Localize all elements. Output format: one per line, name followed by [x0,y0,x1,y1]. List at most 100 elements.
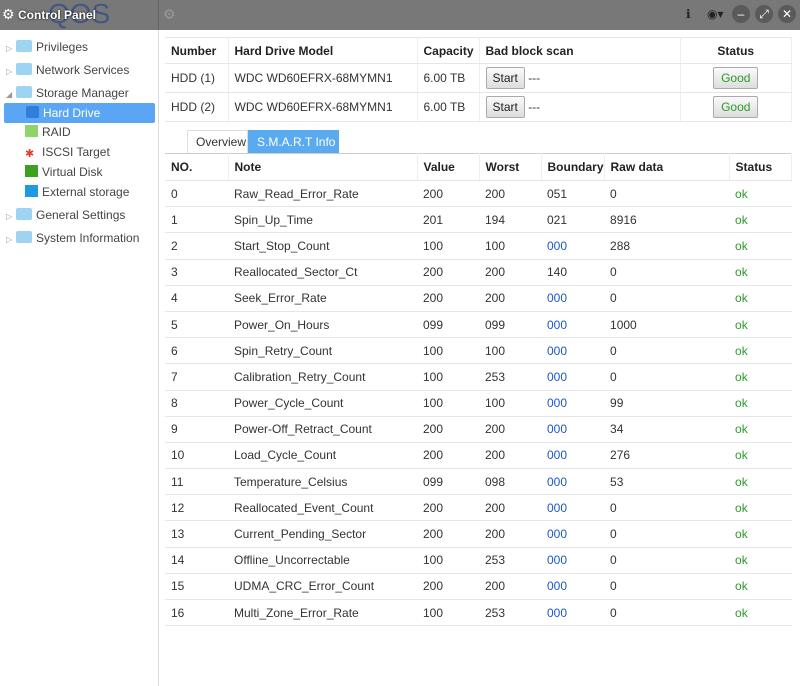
attr-value: 200 [417,494,479,522]
attr-worst: 200 [479,442,541,470]
attr-note: Reallocated_Sector_Ct [228,259,417,286]
external-storage-icon [25,185,38,197]
expand-icon[interactable]: ▷ [6,230,16,250]
sidebar-item-virtual-disk[interactable]: Virtual Disk [25,162,102,182]
sidebar-item-hard-drive[interactable]: Hard Drive [4,103,155,123]
settings-icon[interactable]: ⚙ [163,6,176,23]
column-header: Hard Drive Model [228,37,418,64]
scan-status: --- [528,100,541,114]
attr-status: ok [729,547,792,574]
table-header: Number Hard Drive Model Capacity Bad blo… [165,37,792,64]
table-row: 7 Calibration_Retry_Count 100 253 000 0 ok [165,363,792,391]
label: External storage [42,185,130,199]
attr-id: 5 [165,311,228,339]
attr-value: 100 [417,547,479,574]
minimize-icon[interactable]: – [732,5,750,23]
column-header: Worst [479,153,542,181]
table-row: HDD (2) WDC WD60EFRX-68MYMN1 6.00 TB Sta… [165,92,792,122]
expand-icon[interactable]: ▷ [6,207,16,227]
collapse-icon[interactable]: ◢ [6,85,16,105]
column-header: Status [680,37,792,64]
sidebar-item-raid[interactable]: RAID [25,122,71,142]
table-row: 8 Power_Cycle_Count 100 100 000 99 ok [165,390,792,417]
attr-raw: 0 [604,259,730,286]
attr-id: 13 [165,520,228,548]
attr-status: ok [729,390,792,417]
attr-boundary: 000 [541,416,605,443]
attr-raw: 0 [604,573,730,601]
tab-overview[interactable]: Overview [187,130,248,153]
table-row: 3 Reallocated_Sector_Ct 200 200 140 0 ok [165,259,792,286]
attr-worst: 200 [479,494,541,522]
table-row: 12 Reallocated_Event_Count 200 200 000 0 ok [165,494,792,522]
sidebar-item-iscsi-target[interactable]: ✱ ISCSI Target [25,142,110,162]
attr-worst: 200 [479,416,541,443]
attr-note: Reallocated_Event_Count [228,494,417,522]
label: Privileges [36,40,89,54]
attr-status: ok [729,232,792,260]
sidebar-item-network-services[interactable]: ▷ Network Services [0,60,129,80]
attr-worst: 200 [479,259,541,286]
attr-value: 200 [417,180,479,208]
attr-note: Seek_Error_Rate [228,285,417,312]
attr-status: ok [729,363,792,391]
label: ISCSI Target [42,145,110,159]
attr-id: 12 [165,494,228,522]
attr-boundary: 051 [541,180,605,208]
attr-id: 4 [165,285,228,312]
attr-raw: 0 [604,180,730,208]
sidebar-item-general-settings[interactable]: ▷ General Settings [0,205,125,225]
attr-boundary: 000 [541,363,605,391]
table-row: 1 Spin_Up_Time 201 194 021 8916 ok [165,206,792,234]
sidebar-item-external-storage[interactable]: External storage [25,182,129,202]
attr-value: 200 [417,285,479,312]
attr-worst: 194 [479,206,541,234]
attr-boundary: 000 [541,285,605,312]
attr-id: 16 [165,599,228,627]
start-scan-button[interactable]: Start [485,96,525,118]
scan-status: --- [528,71,541,85]
close-icon[interactable]: ✕ [778,5,796,23]
sidebar-item-storage-manager[interactable]: ◢ Storage Manager [0,83,129,103]
sidebar-item-privileges[interactable]: ▷ Privileges [0,37,88,57]
attr-boundary: 000 [541,442,605,470]
label: Virtual Disk [42,165,103,179]
info-icon[interactable]: ℹ [686,7,691,21]
smart-table: NO. Note Value Worst Boundary Raw data S… [165,153,793,627]
attr-worst: 099 [479,311,541,339]
expand-icon[interactable]: ▷ [6,39,16,59]
attr-status: ok [729,285,792,312]
status-button[interactable]: Good [713,96,759,118]
attr-note: Start_Stop_Count [228,232,417,260]
expand-icon[interactable]: ▷ [6,62,16,82]
attr-raw: 53 [604,468,730,496]
drive-capacity: 6.00 TB [417,92,480,122]
table-row: 15 UDMA_CRC_Error_Count 200 200 000 0 ok [165,573,792,601]
attr-id: 7 [165,363,228,391]
iscsi-icon: ✱ [25,148,35,160]
column-header: Capacity [417,37,480,64]
tab-smart-info[interactable]: S.M.A.R.T Info [248,130,339,153]
drive-capacity: 6.00 TB [417,63,480,93]
attr-status: ok [729,599,792,627]
attr-raw: 0 [604,363,730,391]
attr-note: UDMA_CRC_Error_Count [228,573,417,601]
attr-note: Raw_Read_Error_Rate [228,180,417,208]
status-button[interactable]: Good [713,67,759,89]
virtual-disk-icon [25,165,38,177]
attr-note: Spin_Up_Time [228,206,417,234]
table-row: 10 Load_Cycle_Count 200 200 000 276 ok [165,442,792,470]
sidebar-item-system-information[interactable]: ▷ System Information [0,228,139,248]
label: RAID [42,125,71,139]
globe-icon[interactable]: ◉▾ [707,7,724,21]
attr-raw: 34 [604,416,730,443]
attr-raw: 288 [604,232,730,260]
attr-status: ok [729,442,792,470]
attr-note: Power_Cycle_Count [228,390,417,417]
restore-icon[interactable]: ⤢ [755,5,773,23]
start-scan-button[interactable]: Start [485,67,525,89]
folder-icon [16,40,32,52]
attr-worst: 100 [479,337,541,365]
attr-boundary: 000 [541,520,605,548]
attr-note: Spin_Retry_Count [228,337,417,365]
